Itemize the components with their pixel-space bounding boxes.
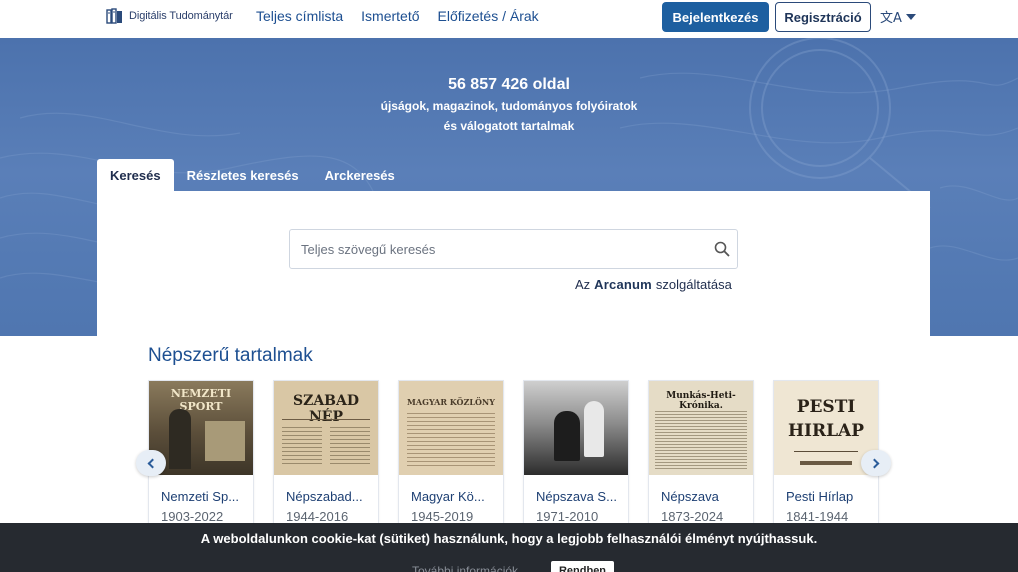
publication-name: Népszava S... xyxy=(536,489,617,504)
cover-masthead: MAGYAR KÖZLÖNY xyxy=(407,397,495,407)
page-count: 56 857 426 oldal xyxy=(448,76,570,93)
tab-face-search[interactable]: Arckeresés xyxy=(312,159,408,191)
caret-down-icon xyxy=(905,13,916,20)
cover-image: MAGYAR KÖZLÖNY xyxy=(399,381,503,475)
cover-masthead: NEMZETI SPORT xyxy=(170,387,232,413)
library-icon xyxy=(106,8,122,24)
language-selector[interactable]: 文A xyxy=(880,7,916,26)
search-input[interactable] xyxy=(301,231,711,267)
cover-masthead: Munkás-Heti-Krónika. xyxy=(666,391,736,411)
register-button[interactable]: Regisztráció xyxy=(775,2,871,32)
hero-subtitle-1: újságok, magazinok, tudományos folyóirat… xyxy=(380,99,638,113)
cookie-banner: A weboldalunkon cookie-kat (sütiket) has… xyxy=(0,523,1018,572)
cover-masthead: SZABAD NÉP xyxy=(292,393,360,425)
search-box xyxy=(289,229,738,269)
publication-name: Népszava xyxy=(661,489,719,504)
arcanum-logo[interactable]: Arcanum xyxy=(594,277,652,292)
nav-link-pricing[interactable]: Előfizetés / Árak xyxy=(438,8,539,24)
chevron-right-icon xyxy=(869,458,880,468)
search-tabs: Keresés Részletes keresés Arckeresés xyxy=(97,159,408,191)
publication-name: Pesti Hírlap xyxy=(786,489,854,504)
service-credit: Az Arcanum szolgáltatása xyxy=(575,277,732,292)
publication-years: 1873-2024 xyxy=(661,509,724,524)
main-nav: Teljes címlista Ismertető Előfizetés / Á… xyxy=(256,8,539,24)
publication-name: Népszabad... xyxy=(286,489,363,504)
search-panel: Az Arcanum szolgáltatása xyxy=(97,191,930,336)
cookie-more-info-link[interactable]: További információk xyxy=(412,564,518,572)
publication-name: Magyar Kö... xyxy=(411,489,485,504)
publication-years: 1945-2019 xyxy=(411,509,474,524)
service-prefix: Az xyxy=(575,277,591,292)
publication-card[interactable]: SZABAD NÉP Népszabad... 1944-2016 xyxy=(273,380,379,530)
cover-image: Munkás-Heti-Krónika. xyxy=(649,381,753,475)
tab-advanced-search[interactable]: Részletes keresés xyxy=(174,159,312,191)
tab-search[interactable]: Keresés xyxy=(97,159,174,191)
publication-years: 1903-2022 xyxy=(161,509,224,524)
cover-image: SZABAD NÉP xyxy=(274,381,378,475)
chevron-left-icon xyxy=(147,458,158,468)
service-suffix: szolgáltatása xyxy=(655,277,732,292)
cover-masthead: PESTI HIRLAP xyxy=(787,397,865,441)
cover-image xyxy=(524,381,628,475)
carousel-next-button[interactable] xyxy=(861,450,891,476)
cookie-accept-button[interactable]: Rendben xyxy=(551,561,614,572)
popular-carousel: NEMZETI SPORT Nemzeti Sp... 1903-2022 SZ… xyxy=(148,380,879,530)
nav-link-title-list[interactable]: Teljes címlista xyxy=(256,8,343,24)
publication-years: 1841-1944 xyxy=(786,509,849,524)
publication-years: 1944-2016 xyxy=(286,509,349,524)
translate-icon: 文A xyxy=(880,11,902,26)
publication-card[interactable]: Népszava S... 1971-2010 xyxy=(523,380,629,530)
login-button[interactable]: Bejelentkezés xyxy=(662,2,769,32)
nav-link-about[interactable]: Ismertető xyxy=(361,8,419,24)
cookie-message: A weboldalunkon cookie-kat (sütiket) has… xyxy=(200,531,818,546)
publication-name: Nemzeti Sp... xyxy=(161,489,240,504)
publication-years: 1971-2010 xyxy=(536,509,599,524)
publication-card[interactable]: Munkás-Heti-Krónika. Népszava 1873-2024 xyxy=(648,380,754,530)
carousel-prev-button[interactable] xyxy=(136,450,166,476)
search-icon[interactable] xyxy=(713,240,731,258)
popular-section-title: Népszerű tartalmak xyxy=(148,345,313,366)
site-logo[interactable]: Digitális Tudománytár xyxy=(106,7,233,25)
hero-subtitle-2: és válogatott tartalmak xyxy=(443,119,575,133)
publication-card[interactable]: MAGYAR KÖZLÖNY Magyar Kö... 1945-2019 xyxy=(398,380,504,530)
top-navbar: Digitális Tudománytár Teljes címlista Is… xyxy=(0,0,1018,38)
logo-text: Digitális Tudománytár xyxy=(129,10,233,22)
